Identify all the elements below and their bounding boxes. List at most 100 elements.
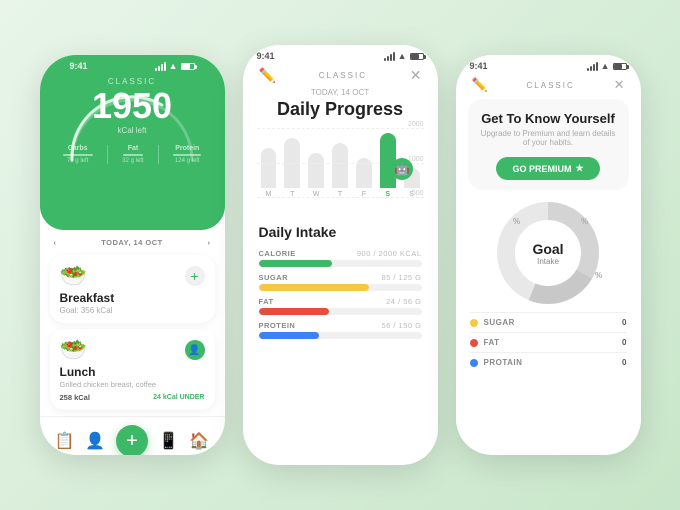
center-top-bar: ✏️ CLASSIC ✕ (243, 63, 438, 84)
chart-bar-F-4: F (356, 158, 372, 198)
bar-label-3: T (338, 191, 342, 198)
left-phone: 9:41 ▲ CLASSIC 1950 kCal left (40, 55, 225, 455)
fab-add-button[interactable]: + (116, 425, 148, 455)
daily-chart: 2000 1000 500 MTWTFS🤖S (243, 128, 438, 218)
donut-sub-text: Intake (532, 257, 563, 266)
center-status-icons: ▲ (384, 51, 424, 61)
left-status-icons: ▲ (155, 61, 195, 71)
intake-row-sugar: SUGAR85 / 125 G (243, 270, 438, 294)
legend-val-1: 0 (622, 338, 626, 347)
intake-bar-fill-3 (259, 332, 319, 339)
right-wifi-icon: ▲ (601, 61, 610, 71)
bar-label-6: S (409, 191, 414, 198)
bar-fill-2 (308, 153, 324, 188)
svg-text:%: % (513, 217, 520, 226)
lunch-desc: Grilled chicken breast, coffee (60, 380, 205, 389)
date-nav: ‹ TODAY, 14 OCT › (40, 230, 225, 251)
legend-item-sugar: SUGAR0 (470, 312, 627, 332)
bar-label-5: S (385, 191, 390, 198)
edit-icon[interactable]: ✏️ (259, 67, 276, 84)
intake-row-protein: PROTEIN56 / 150 G (243, 318, 438, 342)
bar-fill-1 (284, 138, 300, 188)
intake-bar-fill-0 (259, 260, 332, 267)
right-edit-icon[interactable]: ✏️ (472, 77, 488, 93)
right-close-icon[interactable]: ✕ (614, 77, 625, 93)
daily-progress-title: Daily Progress (243, 99, 438, 120)
right-status-bar: 9:41 ▲ (456, 55, 641, 73)
lunch-card-top: 🥗 👤 (60, 337, 205, 363)
premium-card: Get To Know Yourself Upgrade to Premium … (468, 99, 629, 190)
intake-label-3: PROTEIN56 / 150 G (259, 321, 422, 330)
intake-label-0: CALORIE900 / 2000 KCAL (259, 249, 422, 258)
battery-icon (181, 63, 195, 70)
donut-main-text: Goal (532, 241, 563, 257)
chart-bar-T-1: T (284, 138, 300, 198)
chart-bar-M-0: M (261, 148, 277, 198)
svg-text:%: % (595, 271, 602, 280)
lunch-bottom: 258 kCal 24 kCal UNDER (60, 393, 205, 402)
legend-val-2: 0 (622, 358, 626, 367)
legend-dot-1 (470, 339, 478, 347)
right-status-icons: ▲ (587, 61, 627, 71)
legend-name-1: FAT (484, 338, 500, 347)
intake-label-1: SUGAR85 / 125 G (259, 273, 422, 282)
legend-dot-2 (470, 359, 478, 367)
chart-bar-T-3: T (332, 143, 348, 198)
intake-rows: CALORIE900 / 2000 KCAL SUGAR85 / 125 G FAT… (243, 246, 438, 342)
chart-bar-S-5: S🤖 (380, 133, 396, 198)
intake-bar-fill-1 (259, 284, 370, 291)
intake-bar-fill-2 (259, 308, 329, 315)
star-icon: ★ (575, 163, 583, 174)
chart-bar-W-2: W (308, 153, 324, 198)
lunch-emoji: 🥗 (60, 337, 87, 363)
premium-title: Get To Know Yourself (480, 111, 617, 126)
nav-phone-icon[interactable]: 📱 (159, 431, 179, 451)
breakfast-add-button[interactable]: + (185, 266, 205, 286)
right-signal-icon (587, 62, 598, 71)
breakfast-title: Breakfast (60, 291, 205, 305)
legend-item-fat: FAT 0 (470, 332, 627, 352)
right-phone: 9:41 ▲ ✏️ CLASSIC ✕ Get To Know Yourself… (456, 55, 641, 455)
bar-label-2: W (313, 191, 320, 198)
breakfast-card[interactable]: 🥗 + Breakfast Goal: 356 kCal (50, 255, 215, 323)
date-label: TODAY, 14 OCT (101, 238, 163, 247)
bottom-nav: 📋 👤 + 📱 🏠 (40, 416, 225, 455)
intake-bar-bg-1 (259, 284, 422, 291)
center-battery-icon (410, 53, 424, 60)
bar-label-1: T (290, 191, 294, 198)
premium-button[interactable]: GO PREMIUM ★ (496, 157, 599, 180)
lunch-kcal: 258 kCal (60, 393, 90, 402)
center-signal-icon (384, 52, 395, 61)
center-today-label: TODAY, 14 OCT (243, 88, 438, 97)
close-icon[interactable]: ✕ (410, 67, 422, 84)
right-plan-label: CLASSIC (527, 81, 575, 90)
signal-icon (155, 62, 166, 71)
right-top-bar: ✏️ CLASSIC ✕ (456, 73, 641, 93)
breakfast-emoji: 🥗 (60, 263, 87, 289)
bar-fill-3 (332, 143, 348, 188)
left-top-section: 9:41 ▲ CLASSIC 1950 kCal left (40, 55, 225, 230)
lunch-card[interactable]: 🥗 👤 Lunch Grilled chicken breast, coffee… (50, 329, 215, 410)
progress-arc (62, 85, 202, 165)
intake-bar-bg-2 (259, 308, 422, 315)
nav-diary-icon[interactable]: 📋 (55, 431, 75, 451)
breakfast-goal: Goal: 356 kCal (60, 306, 205, 315)
legend-name-0: SUGAR (484, 318, 515, 327)
nav-home-icon[interactable]: 🏠 (189, 431, 209, 451)
robot-icon: 🤖 (391, 158, 413, 180)
intake-bar-bg-3 (259, 332, 422, 339)
prev-arrow[interactable]: ‹ (54, 238, 57, 247)
intake-label-2: FAT24 / 56 G (259, 297, 422, 306)
center-wifi-icon: ▲ (398, 51, 407, 61)
bar-fill-4 (356, 158, 372, 188)
nav-profile-icon[interactable]: 👤 (85, 431, 105, 451)
center-time: 9:41 (257, 51, 275, 61)
right-battery-icon (613, 63, 627, 70)
breakfast-card-top: 🥗 + (60, 263, 205, 289)
intake-row-calorie: CALORIE900 / 2000 KCAL (243, 246, 438, 270)
donut-center: Goal Intake (532, 241, 563, 266)
premium-desc: Upgrade to Premium and learn details of … (480, 129, 617, 147)
next-arrow[interactable]: › (208, 238, 211, 247)
center-plan-label: CLASSIC (319, 71, 367, 80)
center-status-bar: 9:41 ▲ (243, 45, 438, 63)
